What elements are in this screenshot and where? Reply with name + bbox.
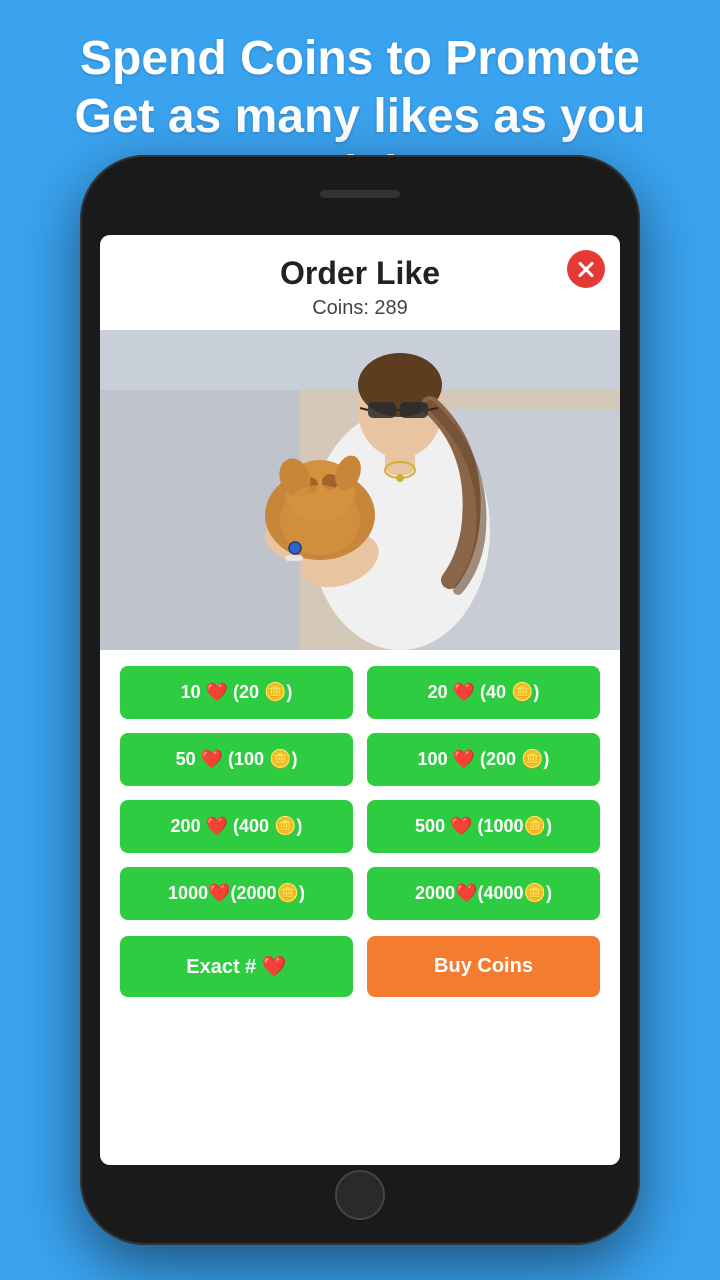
phone-home-button[interactable] <box>335 1170 385 1220</box>
order-btn-1000-label: 1000❤️(2000🪙) <box>168 883 305 904</box>
order-btn-100-label: 100 ❤️ (200 🪙) <box>418 749 550 770</box>
phone-screen: Order Like Coins: 289 <box>100 235 620 1165</box>
order-btn-2000[interactable]: 2000❤️(4000🪙) <box>367 867 600 920</box>
modal-title: Order Like <box>280 255 440 292</box>
order-btn-200-label: 200 ❤️ (400 🪙) <box>171 816 303 837</box>
phone-wrapper: Order Like Coins: 289 <box>80 155 640 1245</box>
order-btn-100[interactable]: 100 ❤️ (200 🪙) <box>367 733 600 786</box>
order-btn-10[interactable]: 10 ❤️ (20 🪙) <box>120 666 353 719</box>
header-line1: Spend Coins to Promote <box>80 32 640 85</box>
close-icon <box>567 250 605 288</box>
phone-shell: Order Like Coins: 289 <box>80 155 640 1245</box>
order-btn-50-label: 50 ❤️ (100 🪙) <box>176 749 298 770</box>
buy-coins-label: Buy Coins <box>434 955 533 977</box>
order-btn-10-label: 10 ❤️ (20 🪙) <box>181 682 293 703</box>
bottom-actions: Exact # ❤️ Buy Coins <box>100 936 620 1017</box>
order-btn-500[interactable]: 500 ❤️ (1000🪙) <box>367 800 600 853</box>
order-btn-20-label: 20 ❤️ (40 🪙) <box>428 682 540 703</box>
close-button[interactable] <box>567 250 605 288</box>
coins-label: Coins: 289 <box>100 297 620 320</box>
exact-button-label: Exact # ❤️ <box>186 956 287 978</box>
order-btn-2000-label: 2000❤️(4000🪙) <box>415 883 552 904</box>
order-btn-50[interactable]: 50 ❤️ (100 🪙) <box>120 733 353 786</box>
buy-coins-button[interactable]: Buy Coins <box>367 936 600 997</box>
modal-header: Order Like <box>100 235 620 297</box>
profile-svg <box>100 330 620 650</box>
phone-speaker <box>320 190 400 198</box>
exact-button[interactable]: Exact # ❤️ <box>120 936 353 997</box>
order-btn-1000[interactable]: 1000❤️(2000🪙) <box>120 867 353 920</box>
order-btn-20[interactable]: 20 ❤️ (40 🪙) <box>367 666 600 719</box>
profile-image <box>100 330 620 650</box>
order-btn-200[interactable]: 200 ❤️ (400 🪙) <box>120 800 353 853</box>
order-grid: 10 ❤️ (20 🪙) 20 ❤️ (40 🪙) 50 ❤️ (100 🪙) … <box>100 650 620 936</box>
order-btn-500-label: 500 ❤️ (1000🪙) <box>415 816 552 837</box>
